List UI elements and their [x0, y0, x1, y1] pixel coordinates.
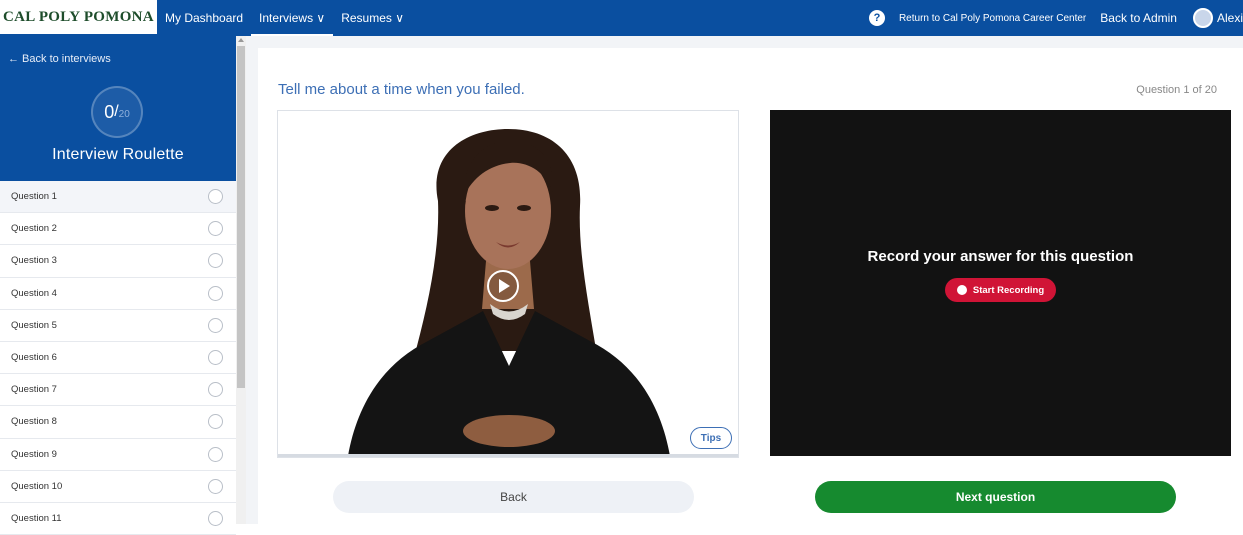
nav-my-dashboard[interactable]: My Dashboard — [157, 0, 251, 36]
question-counter: Question 1 of 20 — [1136, 84, 1217, 96]
empty-circle-icon — [208, 253, 223, 269]
back-to-admin-link[interactable]: Back to Admin — [1100, 11, 1177, 25]
back-button[interactable]: Back — [333, 481, 694, 513]
sidebar: ← Back to interviews 0 / 20 Interview Ro… — [0, 36, 236, 535]
nav-interviews[interactable]: Interviews ∨ — [251, 0, 334, 37]
question-item[interactable]: Question 7 — [0, 374, 236, 407]
nav-resumes[interactable]: Resumes ∨ — [333, 0, 412, 36]
recording-panel: Record your answer for this question Sta… — [770, 110, 1231, 456]
empty-circle-icon — [208, 478, 223, 494]
question-text: Tell me about a time when you failed. — [278, 81, 525, 98]
question-label: Question 7 — [11, 384, 57, 396]
back-to-interviews-link[interactable]: ← Back to interviews — [8, 53, 111, 65]
sidebar-header: ← Back to interviews 0 / 20 Interview Ro… — [0, 36, 236, 181]
empty-circle-icon — [208, 414, 223, 430]
scroll-up-arrow-icon[interactable] — [238, 38, 244, 42]
next-question-button[interactable]: Next question — [815, 481, 1176, 513]
question-item[interactable]: Question 8 — [0, 406, 236, 439]
record-dot-icon — [956, 285, 967, 295]
question-label: Question 11 — [11, 512, 62, 524]
progress-total: 20 — [118, 108, 130, 120]
question-label: Question 8 — [11, 416, 57, 428]
question-label: Question 5 — [11, 319, 57, 331]
question-item[interactable]: Question 2 — [0, 213, 236, 246]
question-label: Question 4 — [11, 287, 57, 299]
empty-circle-icon — [208, 382, 223, 398]
question-item[interactable]: Question 9 — [0, 439, 236, 471]
empty-circle-icon — [208, 317, 223, 333]
logo[interactable]: CAL POLY POMONA — [0, 0, 157, 36]
question-item[interactable]: Question 3 — [0, 245, 236, 278]
user-avatar-icon[interactable] — [1192, 8, 1213, 28]
question-item[interactable]: Question 10 — [0, 471, 236, 503]
question-circle-icon[interactable]: ? — [868, 10, 885, 26]
empty-circle-icon — [208, 285, 223, 301]
question-item[interactable]: Question 6 — [0, 342, 236, 375]
question-label: Question 10 — [11, 480, 63, 492]
record-prompt: Record your answer for this question — [867, 248, 1134, 265]
career-center-link[interactable]: Return to Cal Poly Pomona Career Center — [899, 13, 1086, 24]
start-recording-button[interactable]: Start Recording — [945, 278, 1056, 302]
question-label: Question 6 — [11, 352, 57, 364]
question-item[interactable]: Question 4 — [0, 278, 236, 310]
play-button[interactable] — [487, 270, 519, 302]
question-label: Question 1 — [11, 191, 57, 203]
question-item[interactable]: Question 11 — [0, 503, 236, 535]
play-icon — [499, 279, 510, 293]
question-label: Question 2 — [11, 223, 57, 235]
question-list: Question 1 Question 2 Question 3 Questio… — [0, 181, 236, 535]
main-area: Tell me about a time when you failed. Qu… — [246, 36, 1243, 524]
start-recording-label: Start Recording — [972, 284, 1045, 296]
interview-title: Interview Roulette — [52, 146, 184, 163]
empty-circle-icon — [208, 189, 223, 205]
empty-circle-icon — [208, 350, 223, 366]
question-label: Question 9 — [11, 448, 57, 460]
nav-right: ? Return to Cal Poly Pomona Career Cente… — [868, 0, 1243, 36]
question-video[interactable]: Tips — [277, 110, 739, 458]
tips-button[interactable]: Tips — [690, 427, 732, 449]
progress-indicator: 0 / 20 — [91, 86, 143, 138]
video-progress-track[interactable] — [278, 454, 738, 457]
question-label: Question 3 — [11, 255, 57, 267]
question-card: Tell me about a time when you failed. Qu… — [258, 48, 1243, 524]
empty-circle-icon — [208, 221, 223, 237]
top-nav: CAL POLY POMONA My Dashboard Interviews … — [0, 0, 1243, 37]
progress-done: 0 — [104, 101, 115, 122]
empty-circle-icon — [208, 446, 223, 462]
scrollbar-thumb[interactable] — [237, 46, 245, 388]
question-item[interactable]: Question 1 — [0, 181, 236, 214]
question-item[interactable]: Question 5 — [0, 310, 236, 342]
sidebar-scrollbar[interactable] — [236, 36, 246, 524]
user-name[interactable]: Alexi — [1217, 11, 1243, 25]
